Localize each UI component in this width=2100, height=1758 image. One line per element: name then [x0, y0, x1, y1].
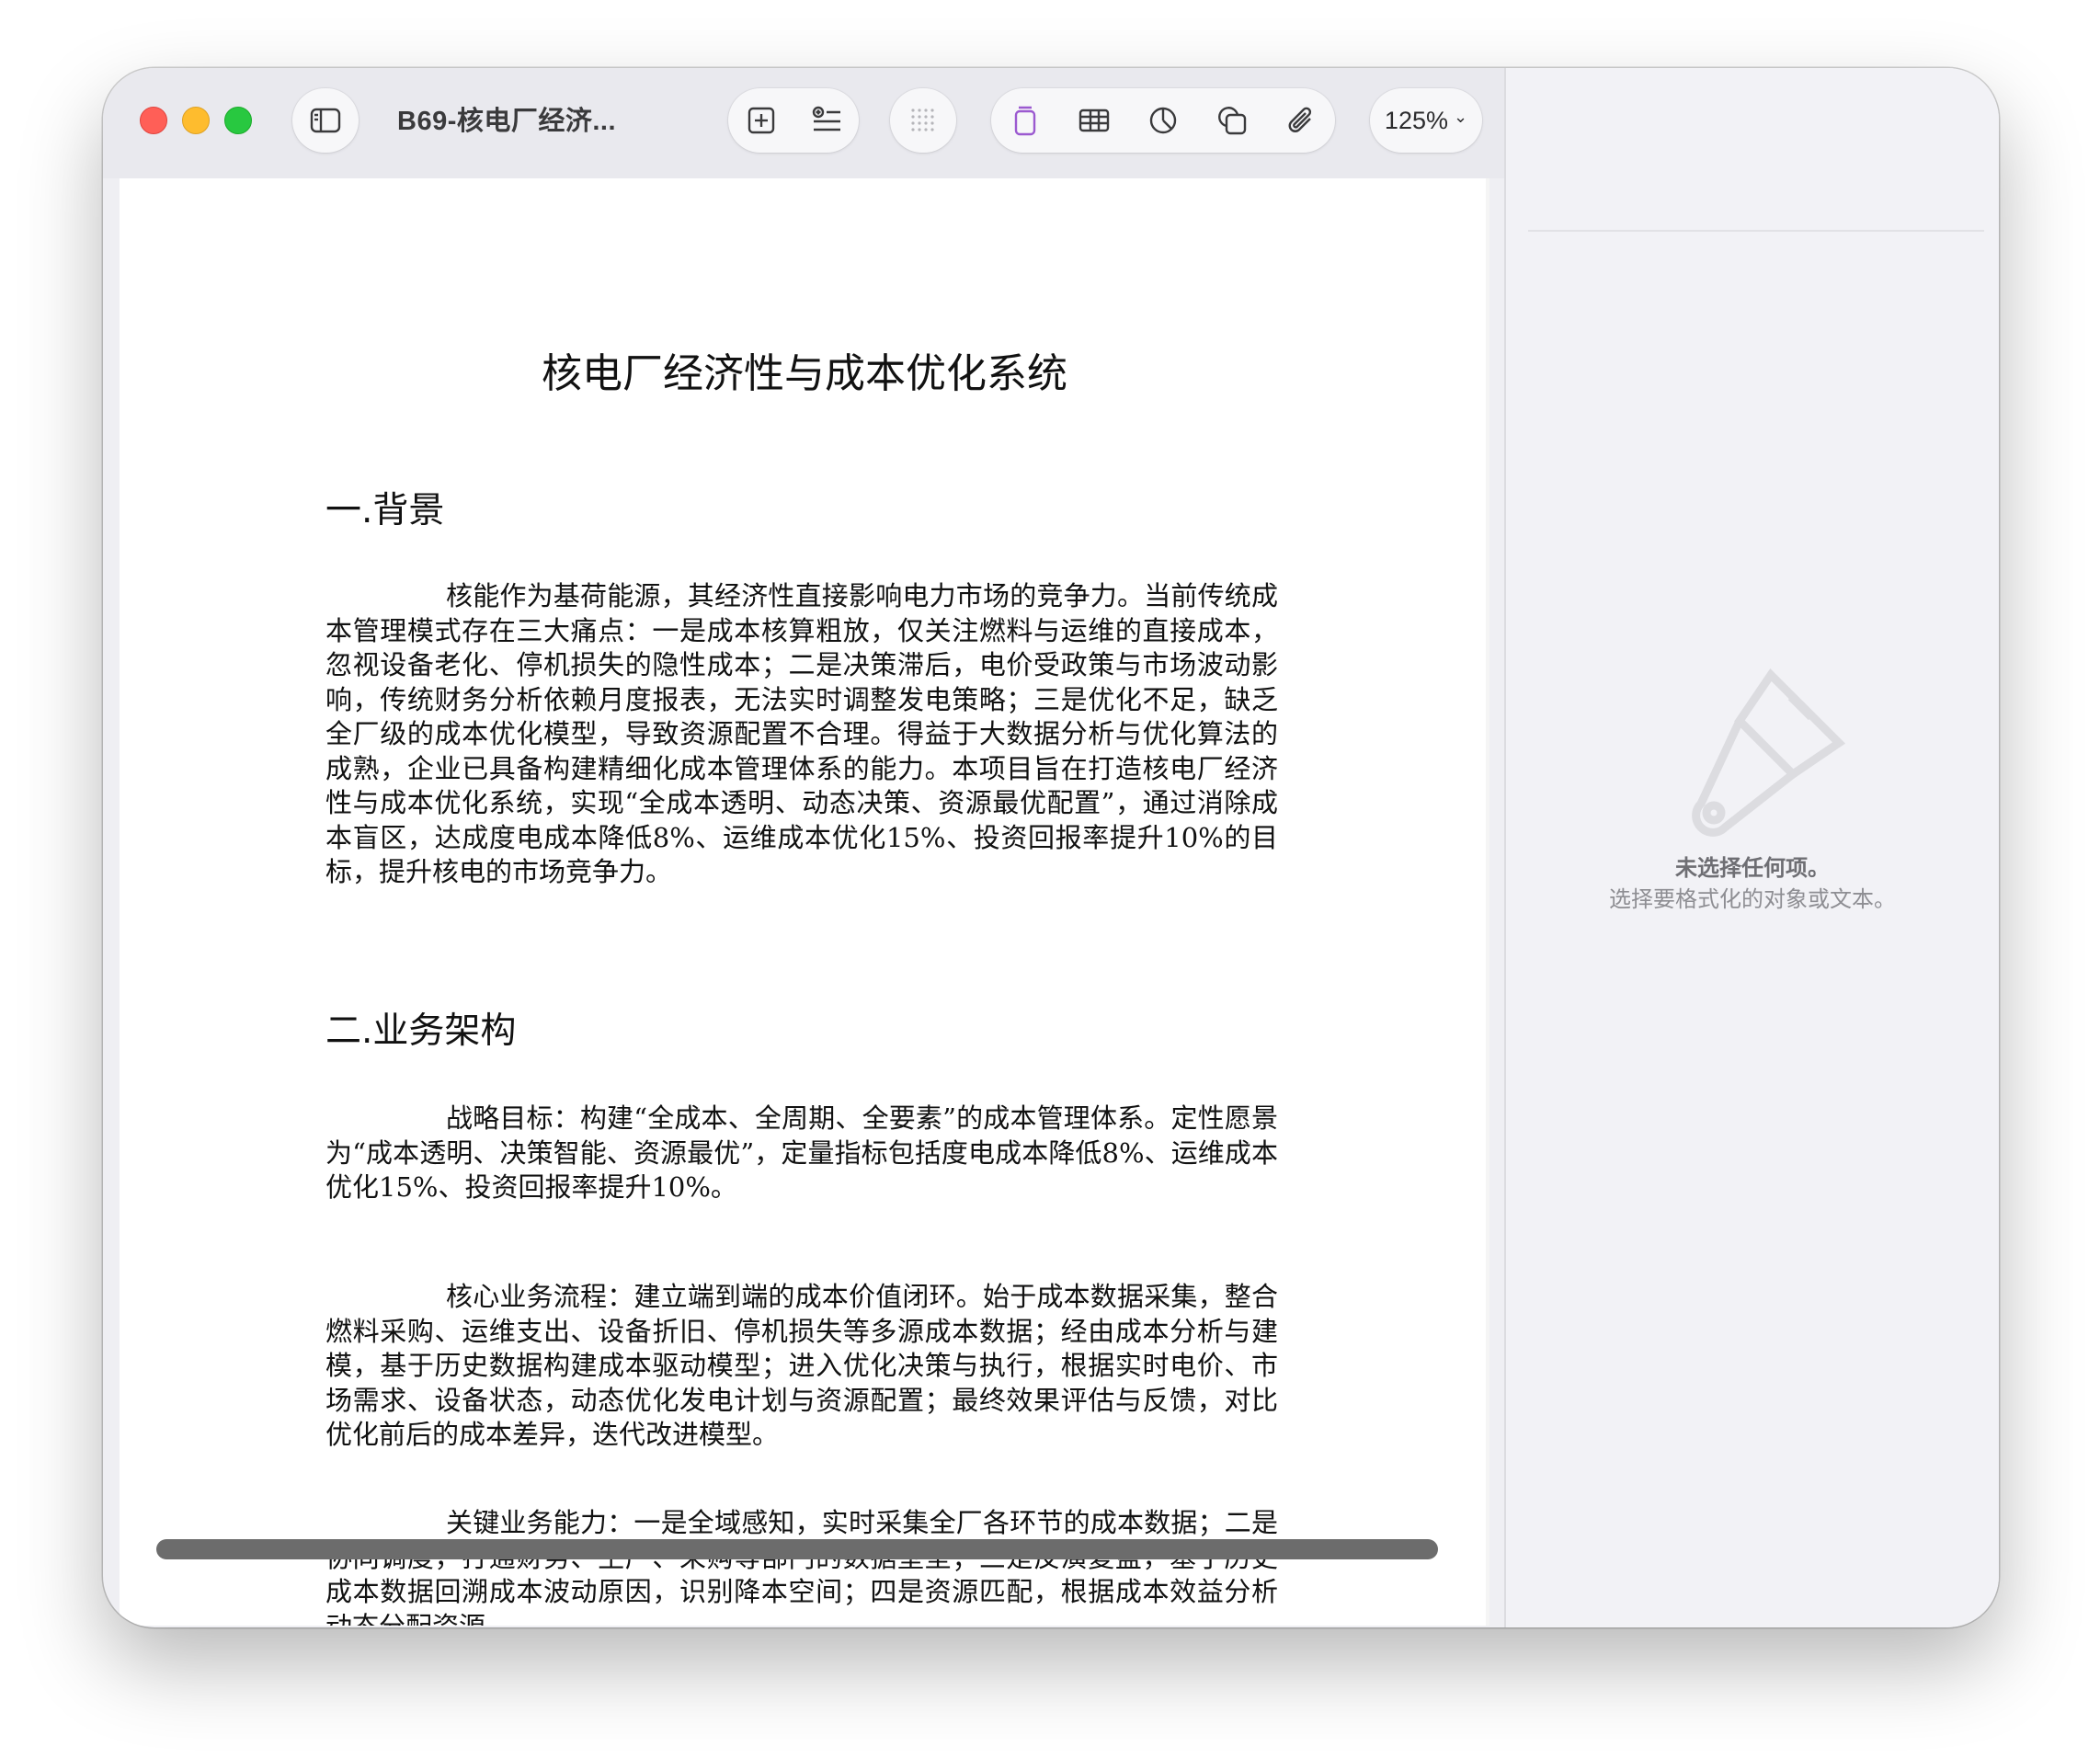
grid-icon — [903, 100, 943, 141]
document-icon[interactable] — [1005, 100, 1045, 141]
attachment-icon[interactable] — [1281, 100, 1321, 141]
table-icon[interactable] — [1074, 100, 1114, 141]
inspector-empty-title: 未选择任何项。 — [1675, 856, 1830, 881]
paintbrush-icon — [1692, 668, 1846, 837]
document-page[interactable]: 核电厂经济性与成本优化系统 一.背景 核能作为基荷能源，其经济性直接影响电力市场… — [120, 178, 1489, 1626]
sidebar-toggle-button[interactable] — [292, 88, 359, 153]
close-window-button[interactable] — [140, 107, 167, 134]
app-window: B69-核电厂经济... 125% ⌄ 核电厂经济性与成本优化系统 一.背景 核… — [103, 68, 1999, 1627]
text-box-icon[interactable] — [806, 100, 847, 141]
add-page-icon[interactable] — [741, 100, 782, 141]
insert-group — [728, 88, 859, 153]
section-heading-business: 二.业务架构 — [325, 1010, 517, 1052]
horizontal-scrollbar[interactable] — [156, 1539, 1438, 1559]
grid-button[interactable] — [890, 88, 956, 153]
inspector-empty-subtitle: 选择要格式化的对象或文本。 — [1609, 887, 1896, 912]
document-canvas[interactable]: 核电厂经济性与成本优化系统 一.背景 核能作为基荷能源，其经济性直接影响电力市场… — [120, 178, 1489, 1626]
zoom-select[interactable]: 125% ⌄ — [1370, 88, 1482, 153]
sidebar-icon — [305, 100, 346, 141]
document-title[interactable]: B69-核电厂经济... — [397, 99, 616, 138]
minimize-window-button[interactable] — [182, 107, 210, 134]
inspector-border — [1504, 68, 1506, 1627]
chevron-down-icon: ⌄ — [1453, 107, 1468, 126]
object-insert-group — [991, 88, 1335, 153]
chart-icon[interactable] — [1143, 100, 1183, 141]
shape-icon[interactable] — [1212, 100, 1252, 141]
section-heading-background: 一.背景 — [325, 490, 445, 531]
process-paragraph: 核心业务流程：建立端到端的成本价值闭环。始于成本数据采集，整合燃料采购、运维支出… — [325, 1281, 1278, 1450]
document-heading: 核电厂经济性与成本优化系统 — [542, 350, 1067, 397]
inspector-divider — [1528, 230, 1984, 232]
zoom-window-button[interactable] — [224, 107, 252, 134]
zoom-value: 125% — [1384, 106, 1448, 134]
strategy-paragraph: 战略目标：构建“全成本、全周期、全要素”的成本管理体系。定性愿景为“成本透明、决… — [325, 1102, 1278, 1203]
capability-paragraph: 关键业务能力：一是全域感知，实时采集全厂各环节的成本数据；二是协同调度，打通财务… — [325, 1507, 1278, 1626]
background-paragraph: 核能作为基荷能源，其经济性直接影响电力市场的竞争力。当前传统成本管理模式存在三大… — [325, 580, 1278, 887]
